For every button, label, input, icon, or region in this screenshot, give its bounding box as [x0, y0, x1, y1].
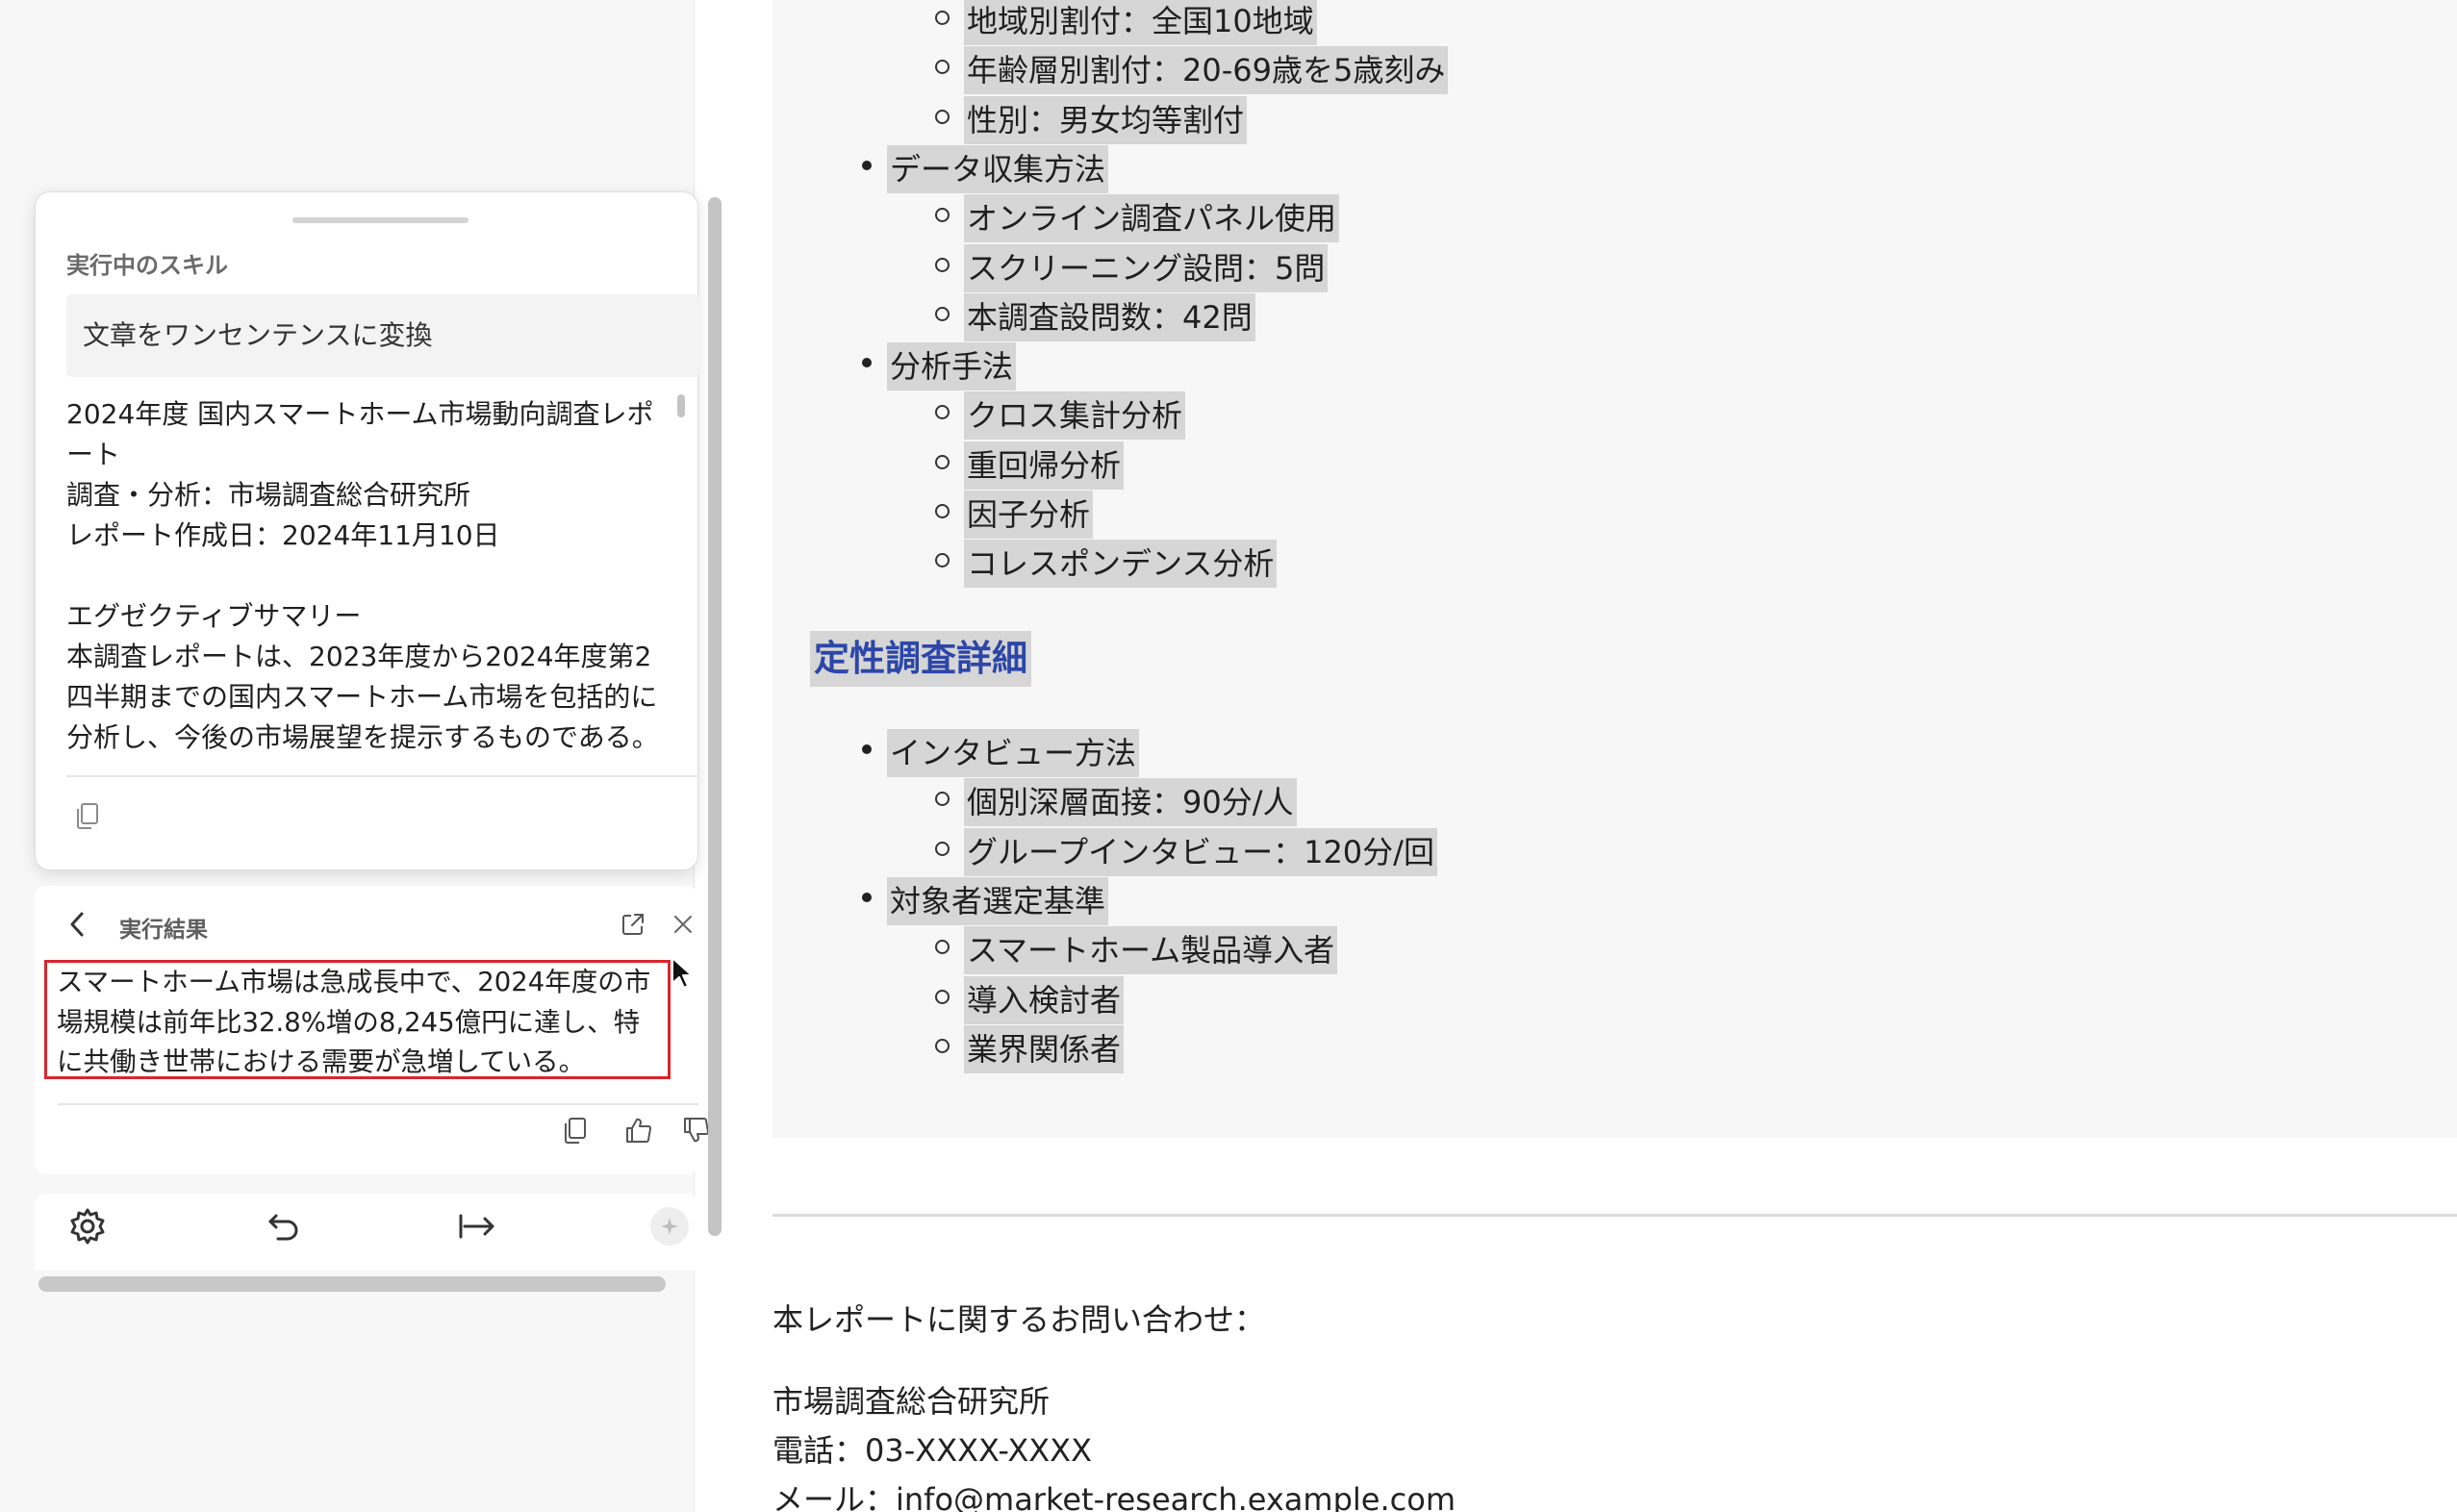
list-item-text: 重回帰分析 — [964, 441, 1125, 490]
bullet-circle — [935, 989, 950, 1004]
running-skill-title: 実行中のスキル — [66, 252, 228, 279]
list-item: クロス集計分析 — [964, 391, 1186, 441]
result-card: 実行結果 スマートホーム市場は急成長中で、2024年度の市場規模は前年比32.8… — [35, 886, 710, 1174]
list-item: 業界関係者 — [964, 1024, 1125, 1073]
skill-name: 文章をワンセンテンスに変換 — [66, 294, 699, 377]
list-item-text: 性別：男女均等割付 — [964, 95, 1248, 144]
list-item: 性別：男女均等割付 — [964, 95, 1248, 144]
divider — [66, 775, 699, 777]
bullet-circle — [935, 11, 950, 25]
list-item: オンライン調査パネル使用 — [964, 194, 1340, 243]
list-item-text: スクリーニング設問：5問 — [964, 243, 1329, 292]
panel-toolbar — [35, 1194, 698, 1271]
list-item: コレスポンデンス分析 — [964, 540, 1278, 589]
copy-icon — [77, 803, 98, 829]
settings-button[interactable] — [64, 1203, 111, 1249]
vertical-scrollbar[interactable] — [708, 197, 722, 1236]
list-item: 分析手法 — [887, 342, 1017, 391]
bullet-dot — [862, 744, 872, 754]
bullet-circle — [935, 109, 950, 124]
list-item: スクリーニング設問：5問 — [964, 243, 1329, 292]
ai-sparkle-button[interactable] — [650, 1207, 689, 1246]
bullet-circle — [935, 454, 950, 469]
list-item: 地域別割付：全国10地域 — [964, 0, 1317, 45]
mouse-cursor-icon — [671, 957, 693, 989]
contact-phone: 電話：03-XXXX-XXXX — [773, 1432, 1093, 1469]
list-item-text: コレスポンデンス分析 — [964, 540, 1278, 589]
list-item: 本調査設問数：42問 — [964, 292, 1255, 341]
list-item: インタビュー方法 — [887, 729, 1140, 777]
sparkle-icon — [661, 1218, 678, 1235]
bullet-circle — [935, 257, 950, 272]
list-item-text: グループインタビュー：120分/回 — [964, 827, 1437, 876]
running-skill-card: 実行中のスキル 文章をワンセンテンスに変換 2024年度 国内スマートホーム市場… — [35, 191, 699, 870]
divider — [58, 1103, 698, 1105]
copy-result-button[interactable] — [556, 1111, 595, 1149]
list-item: グループインタビュー：120分/回 — [964, 827, 1437, 876]
list-item: 個別深層面接：90分/人 — [964, 778, 1297, 827]
source-text: 2024年度 国内スマートホーム市場動向調査レポート 調査・分析：市場調査総合研… — [66, 398, 659, 750]
bullet-circle — [935, 306, 950, 321]
section-heading: 定性調査詳細 — [810, 631, 1031, 687]
list-item: 対象者選定基準 — [887, 876, 1109, 925]
back-button[interactable] — [62, 909, 92, 940]
bullet-dot — [862, 160, 872, 170]
copy-icon — [565, 1118, 586, 1144]
drag-handle[interactable] — [292, 217, 469, 223]
contact-org: 市場調査総合研究所 — [773, 1383, 1051, 1420]
undo-icon — [268, 1214, 298, 1241]
bullet-circle — [935, 841, 950, 856]
undo-button[interactable] — [261, 1203, 307, 1249]
list-item-text: 業界関係者 — [964, 1024, 1125, 1073]
list-item: 因子分析 — [964, 491, 1094, 539]
list-item: 年齢層別割付：20-69歳を5歳刻み — [964, 46, 1449, 95]
external-link-icon — [622, 914, 644, 935]
result-title: 実行結果 — [119, 918, 208, 943]
thumbs-up-button[interactable] — [620, 1111, 658, 1149]
list-item-text: スマートホーム製品導入者 — [964, 926, 1338, 975]
horizontal-scrollbar[interactable] — [38, 1276, 666, 1292]
result-text: スマートホーム市場は急成長中で、2024年度の市場規模は前年比32.8%増の8,… — [44, 960, 671, 1079]
thumbs-down-icon — [684, 1118, 710, 1143]
bullet-circle — [935, 504, 950, 518]
list-item-text: 対象者選定基準 — [887, 876, 1109, 925]
thumbs-up-icon — [626, 1118, 652, 1143]
list-item-text: 導入検討者 — [964, 975, 1125, 1024]
arrow-right-to-bar-icon — [459, 1214, 494, 1239]
scrollbar-thumb[interactable] — [677, 394, 685, 417]
list-item: 重回帰分析 — [964, 441, 1125, 490]
skill-panel: 実行中のスキル 文章をワンセンテンスに変換 2024年度 国内スマートホーム市場… — [35, 191, 727, 1298]
list-item-text: クロス集計分析 — [964, 391, 1186, 441]
gear-icon — [70, 1208, 105, 1245]
bullet-circle — [935, 1038, 950, 1053]
list-item-text: インタビュー方法 — [887, 729, 1140, 777]
list-item-text: 個別深層面接：90分/人 — [964, 778, 1297, 827]
list-item-text: データ収集方法 — [887, 144, 1109, 193]
bullet-dot — [862, 892, 872, 902]
list-item-text: 本調査設問数：42問 — [964, 292, 1255, 341]
close-icon — [674, 916, 692, 933]
list-item: スマートホーム製品導入者 — [964, 926, 1338, 975]
contact-email: メール：info@market-research.example.com — [773, 1481, 1456, 1512]
insert-button[interactable] — [454, 1203, 500, 1249]
chevron-left-icon — [70, 912, 84, 937]
list-item-text: 地域別割付：全国10地域 — [964, 0, 1317, 45]
list-item: データ収集方法 — [887, 144, 1109, 193]
horizontal-rule — [773, 1214, 2457, 1217]
source-text-scrollbar[interactable] — [677, 394, 685, 750]
close-button[interactable] — [668, 909, 698, 940]
list-item: 導入検討者 — [964, 975, 1125, 1024]
open-external-button[interactable] — [618, 909, 648, 940]
list-item-text: 年齢層別割付：20-69歳を5歳刻み — [964, 46, 1449, 95]
contact-intro: 本レポートに関するお問い合わせ： — [773, 1301, 1266, 1338]
copy-source-button[interactable] — [70, 798, 105, 833]
list-item-text: 因子分析 — [964, 491, 1094, 539]
list-item-text: 分析手法 — [887, 342, 1017, 391]
list-item-text: オンライン調査パネル使用 — [964, 194, 1340, 243]
